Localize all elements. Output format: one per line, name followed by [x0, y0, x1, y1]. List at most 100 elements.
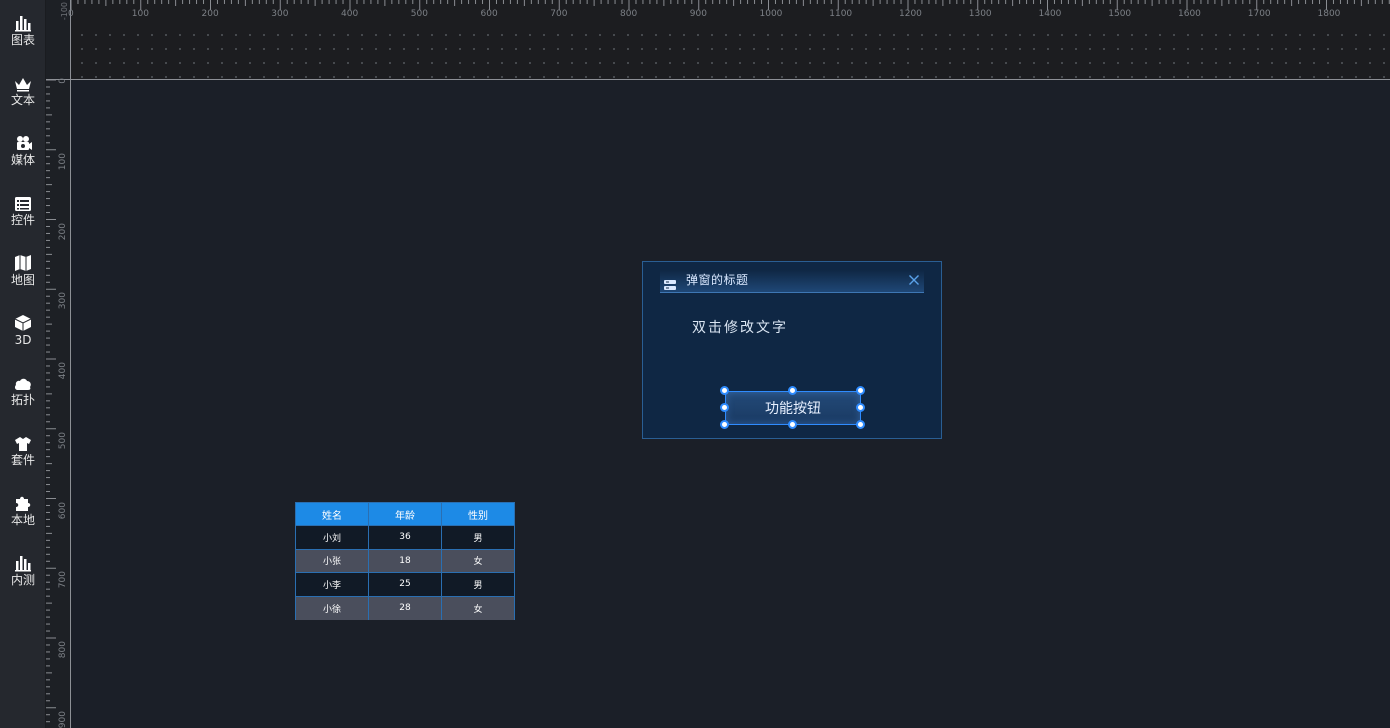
table-cell: 小张: [296, 549, 369, 573]
sidebar-item-3d[interactable]: 3D: [0, 312, 46, 368]
table-cell: 18: [369, 549, 442, 573]
ruler-label: 1300: [968, 9, 992, 19]
server-icon: [664, 275, 676, 290]
resize-handle-top-left[interactable]: [720, 386, 729, 395]
table-row: 小刘 36 男: [296, 526, 514, 550]
ruler-label: 1400: [1038, 9, 1062, 19]
sidebar-item-local[interactable]: 本地: [0, 492, 46, 548]
table-cell: 女: [442, 550, 514, 573]
sidebar-item-topology[interactable]: 拓扑: [0, 372, 46, 428]
editor-root: 图表 文本 媒体 控件 地图 3D 拓扑 套件 本地 内测 -100 0 100…: [0, 0, 1390, 728]
ruler-label: 800: [620, 9, 638, 19]
table-cell: 36: [369, 526, 442, 550]
sidebar-item-widget[interactable]: 控件: [0, 192, 46, 248]
ruler-label: 300: [271, 9, 289, 19]
sidebar-item-label: 地图: [10, 273, 35, 287]
table-cell: 小李: [296, 573, 369, 597]
ruler-label: 100: [131, 9, 149, 19]
sidebar-item-beta[interactable]: 内测: [0, 552, 46, 608]
popup-body-text[interactable]: 双击修改文字: [692, 317, 788, 337]
ruler-label: 400: [58, 362, 68, 380]
sidebar-item-chart[interactable]: 图表: [0, 12, 46, 68]
ruler-label: 700: [58, 571, 68, 589]
ruler-label: 100: [58, 152, 68, 170]
sidebar-item-text[interactable]: 文本: [0, 72, 46, 128]
resize-handle-bottom-right[interactable]: [856, 420, 865, 429]
data-table[interactable]: 姓名 年龄 性别 小刘 36 男 小张 18 女 小李 25 男 小徐 28 女: [295, 502, 515, 620]
ruler-label: 300: [58, 292, 68, 310]
crown-text-icon: [13, 72, 33, 92]
table-cell: 25: [369, 573, 442, 597]
sidebar-item-label: 图表: [10, 33, 35, 47]
ruler-label: 200: [201, 9, 219, 19]
sidebar-item-label: 媒体: [10, 153, 35, 167]
resize-handle-right[interactable]: [856, 403, 865, 412]
table-header-cell: 年龄: [369, 503, 442, 526]
bar-chart-icon: [13, 12, 33, 32]
puzzle-icon: [13, 492, 33, 512]
tshirt-kit-icon: [13, 432, 33, 452]
table-cell: 小徐: [296, 596, 369, 620]
ruler-label: 500: [58, 431, 68, 449]
close-icon[interactable]: [908, 272, 920, 286]
sidebar-item-kit[interactable]: 套件: [0, 432, 46, 488]
ruler-label: 700: [550, 9, 568, 19]
ruler-label: 600: [58, 501, 68, 519]
popup-header: 弹窗的标题: [660, 270, 924, 293]
ruler-label: 0: [68, 9, 74, 19]
bar-chart-beta-icon: [13, 552, 33, 572]
ruler-label: 600: [480, 9, 498, 19]
vertical-ruler[interactable]: 0 100 200 300 400 500 600 700 800 900: [46, 78, 71, 728]
sidebar-item-label: 拓扑: [10, 393, 35, 407]
component-sidebar: 图表 文本 媒体 控件 地图 3D 拓扑 套件 本地 内测: [0, 0, 46, 728]
ruler-label: 900: [58, 710, 68, 728]
cloud-topology-icon: [13, 372, 33, 392]
resize-handle-top-right[interactable]: [856, 386, 865, 395]
ruler-label: 1700: [1247, 9, 1271, 19]
ruler-label: 1000: [759, 9, 783, 19]
table-cell: 女: [473, 604, 483, 615]
sidebar-item-label: 本地: [10, 513, 35, 527]
table-cell: 男: [442, 573, 514, 597]
vertical-ruler-ticks: [46, 80, 56, 723]
ruler-label: 1500: [1108, 9, 1132, 19]
ruler-label: 500: [410, 9, 428, 19]
ruler-label: 900: [689, 9, 707, 19]
ruler-label: 400: [341, 9, 359, 19]
sidebar-item-media[interactable]: 媒体: [0, 132, 46, 188]
sidebar-item-label: 文本: [10, 93, 35, 107]
sidebar-item-label: 内测: [10, 573, 35, 587]
map-icon: [13, 252, 33, 272]
resize-handle-top[interactable]: [788, 386, 797, 395]
sidebar-item-map[interactable]: 地图: [0, 252, 46, 308]
table-row: 小徐 28 女: [296, 596, 514, 620]
table-header-cell: 姓名: [296, 503, 369, 526]
sidebar-item-label: 套件: [10, 453, 35, 467]
sidebar-item-label: 3D: [14, 333, 32, 347]
resize-handle-left[interactable]: [720, 403, 729, 412]
ruler-label: 0: [58, 78, 68, 84]
table-row: 小张 18 女: [296, 549, 514, 573]
ruler-label: 1600: [1178, 9, 1201, 19]
sidebar-item-label: 控件: [10, 213, 35, 227]
horizontal-ruler[interactable]: 0 100 200 300 400 500 600 700 800 900 1000 1100 1200…: [68, 0, 1390, 80]
resize-handle-bottom[interactable]: [788, 420, 797, 429]
ruler-label: 1800: [1317, 9, 1341, 19]
ruler-guide-area: [71, 24, 1390, 80]
table-cell: 男: [442, 526, 514, 550]
cube-icon: [13, 312, 33, 332]
popup-dialog[interactable]: 弹窗的标题 双击修改文字 功能按钮: [642, 261, 942, 439]
popup-title: 弹窗的标题: [686, 273, 749, 287]
widget-list-icon: [13, 192, 33, 212]
ruler-label: 1100: [829, 9, 853, 19]
ruler-label: 800: [58, 641, 68, 659]
ruler-label: 1200: [899, 9, 922, 19]
table-header-row: 姓名 年龄 性别: [296, 503, 514, 526]
resize-handle-bottom-left[interactable]: [720, 420, 729, 429]
table-cell: 小刘: [296, 526, 369, 550]
table-row: 小李 25 男: [296, 573, 514, 597]
ruler-label: 200: [58, 222, 68, 240]
video-camera-icon: [13, 132, 33, 152]
table-header-cell: 性别: [442, 503, 514, 526]
table-cell: 28: [369, 596, 442, 620]
